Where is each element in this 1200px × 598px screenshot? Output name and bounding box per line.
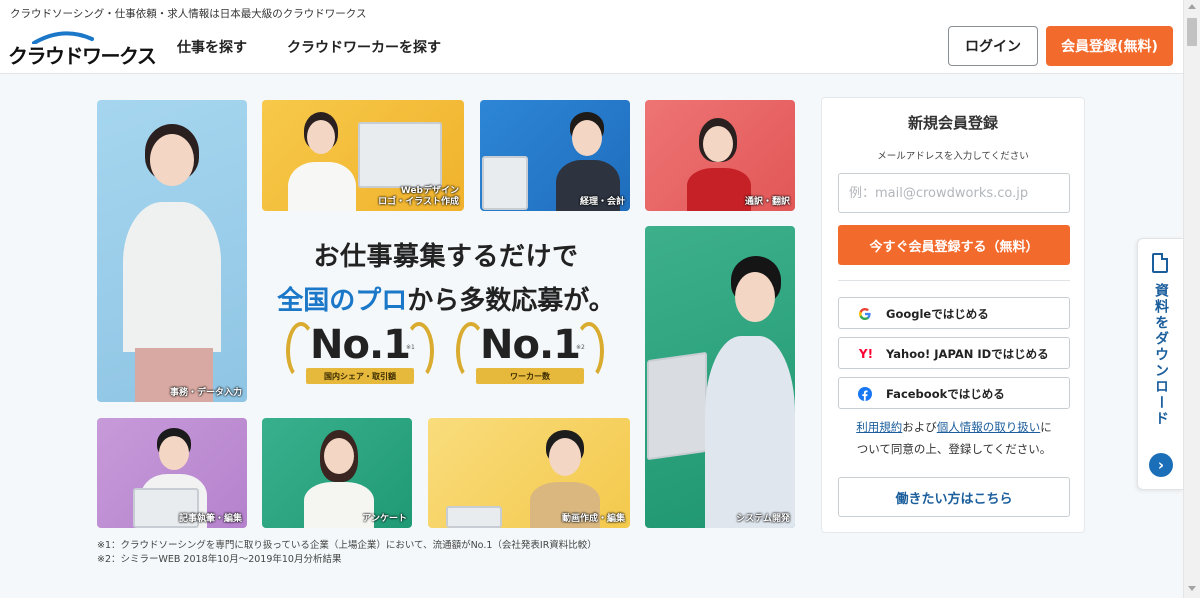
laptop-image (446, 506, 502, 528)
category-tile-writing[interactable]: 記事執筆・編集 (97, 418, 247, 528)
photo-woman-translation (685, 118, 753, 211)
hero-headline-2: 全国のプロから多数応募が。 (252, 280, 640, 317)
award-ribbon-label: ワーカー数 (476, 368, 584, 384)
tile-label-system: システム開発 (736, 513, 790, 524)
category-tile-web-design[interactable]: Webデザイン ロゴ・イラスト作成 (262, 100, 464, 211)
page-scrollbar[interactable] (1183, 0, 1200, 598)
award-note-mark: ※2 (576, 344, 585, 351)
logo[interactable]: クラウドワークス (8, 30, 157, 68)
tile-label-survey: アンケート (362, 513, 407, 524)
laptop-image (647, 351, 707, 461)
category-tile-system[interactable]: システム開発 (645, 226, 795, 528)
photo-man-system (701, 256, 795, 528)
document-icon (1152, 253, 1168, 273)
google-signup-button[interactable]: Googleではじめる (838, 297, 1070, 329)
photo-woman-design (284, 112, 360, 211)
tile-label-video: 動画作成・編集 (561, 513, 625, 524)
terms-notice: 利用規約および個人情報の取り扱いに ついて同意の上、登録してください。 (836, 416, 1072, 460)
footnote-1: ※1：クラウドソーシングを専門に取り扱っている企業（上場企業）において、流通額が… (97, 540, 597, 551)
photo-woman-office (117, 122, 227, 402)
hero-headline-accent: 全国のプロ (277, 286, 408, 316)
terms-line-2: ついて同意の上、登録してください。 (856, 442, 1052, 456)
chevron-right-icon: › (1149, 453, 1173, 477)
terms-tail: に (1040, 420, 1052, 434)
nav-find-workers[interactable]: クラウドワーカーを探す (287, 37, 441, 57)
category-tile-accounting[interactable]: 経理・会計 (480, 100, 630, 211)
monitor-image (482, 156, 528, 210)
divider (838, 280, 1070, 281)
signup-subtitle: メールアドレスを入力してください (877, 151, 1029, 162)
monitor-image (358, 122, 442, 188)
yahoo-signup-label: Yahoo! JAPAN IDではじめる (886, 347, 1049, 361)
register-button[interactable]: 会員登録(無料) (1046, 26, 1173, 66)
email-field[interactable] (838, 173, 1070, 213)
login-button[interactable]: ログイン (948, 26, 1038, 66)
tile-label-translation: 通訳・翻訳 (744, 196, 790, 207)
tile-label-web-design: Webデザイン ロゴ・イラスト作成 (378, 185, 459, 207)
award-badge-share: No.1 ※1 国内シェア・取引額 (282, 318, 438, 394)
category-tile-video[interactable]: 動画作成・編集 (428, 418, 630, 528)
category-tile-office[interactable]: 事務・データ入力 (97, 100, 247, 402)
tile-label-writing: 記事執筆・編集 (178, 513, 242, 524)
award-note-mark: ※1 (406, 344, 415, 351)
hero-headline-rest: から多数応募が。 (407, 286, 615, 316)
tile-label-office: 事務・データ入力 (169, 387, 242, 398)
download-docs-tab[interactable]: 資料をダウンロード › (1137, 238, 1183, 490)
terms-and: および (902, 420, 937, 434)
download-docs-label: 資料をダウンロード (1153, 283, 1169, 427)
award-badge-workers: No.1 ※2 ワーカー数 (452, 318, 608, 394)
facebook-icon (857, 386, 873, 402)
google-icon (857, 306, 873, 322)
yahoo-signup-button[interactable]: Y! Yahoo! JAPAN IDではじめる (838, 337, 1070, 369)
site-header: クラウドソーシング・仕事依頼・求人情報は日本最大級のクラウドワークス クラウドワ… (0, 0, 1183, 74)
facebook-signup-button[interactable]: Facebookではじめる (838, 377, 1070, 409)
nav-find-jobs[interactable]: 仕事を探す (177, 37, 247, 57)
signup-submit-button[interactable]: 今すぐ会員登録する（無料） (838, 225, 1070, 265)
signup-title: 新規会員登録 (907, 114, 998, 132)
footnote-2: ※2：シミラーWEB 2018年10月〜2019年10月分析結果 (97, 554, 342, 565)
tile-label-accounting: 経理・会計 (579, 196, 625, 207)
google-signup-label: Googleではじめる (886, 307, 989, 321)
scrollbar-thumb[interactable] (1187, 18, 1197, 46)
scroll-down-arrow-icon[interactable] (1188, 586, 1196, 591)
category-tile-survey[interactable]: アンケート (262, 418, 412, 528)
privacy-link[interactable]: 個人情報の取り扱い (937, 420, 1041, 434)
facebook-signup-label: Facebookではじめる (886, 387, 1005, 401)
signup-card: 新規会員登録 メールアドレスを入力してください 今すぐ会員登録する（無料） Go… (821, 97, 1085, 533)
award-ribbon-label: 国内シェア・取引額 (306, 368, 414, 384)
hero-headline-1: お仕事募集するだけで (313, 242, 579, 272)
logo-text: クラウドワークス (8, 44, 157, 68)
header-tagline: クラウドソーシング・仕事依頼・求人情報は日本最大級のクラウドワークス (10, 8, 367, 20)
terms-link[interactable]: 利用規約 (856, 420, 902, 434)
worker-signup-button[interactable]: 働きたい方はこちら (838, 477, 1070, 517)
scroll-up-arrow-icon[interactable] (1188, 4, 1196, 9)
yahoo-icon: Y! (858, 347, 874, 361)
category-tile-translation[interactable]: 通訳・翻訳 (645, 100, 795, 211)
